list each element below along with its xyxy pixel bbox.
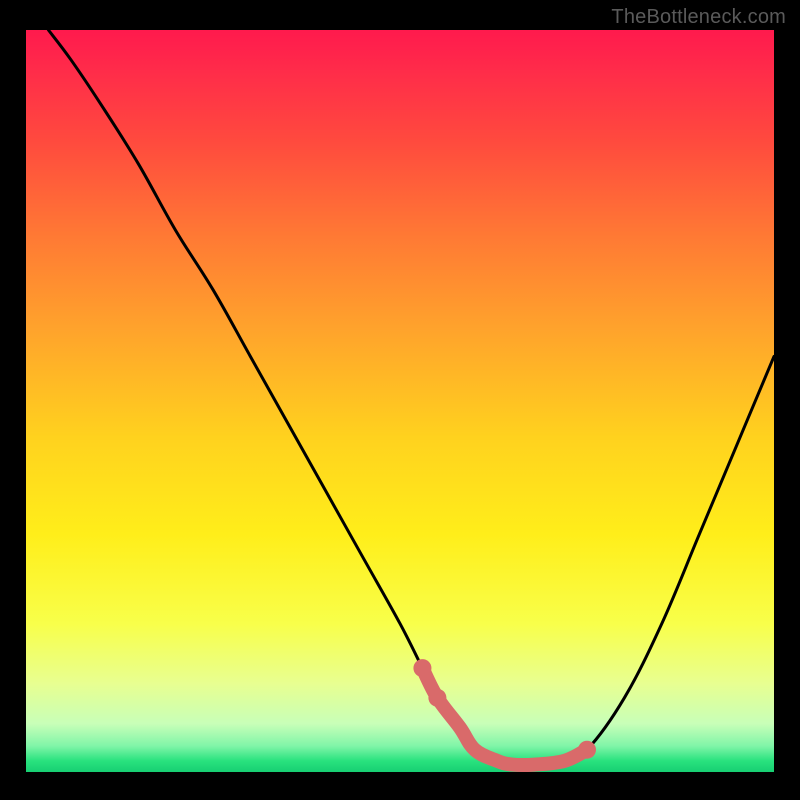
plot-background [26, 30, 774, 772]
overlay-marker [413, 659, 431, 677]
overlay-marker [578, 741, 596, 759]
chart-svg [0, 0, 800, 800]
overlay-marker [428, 689, 446, 707]
watermark-text: TheBottleneck.com [611, 6, 786, 29]
chart-stage: TheBottleneck.com [0, 0, 800, 800]
